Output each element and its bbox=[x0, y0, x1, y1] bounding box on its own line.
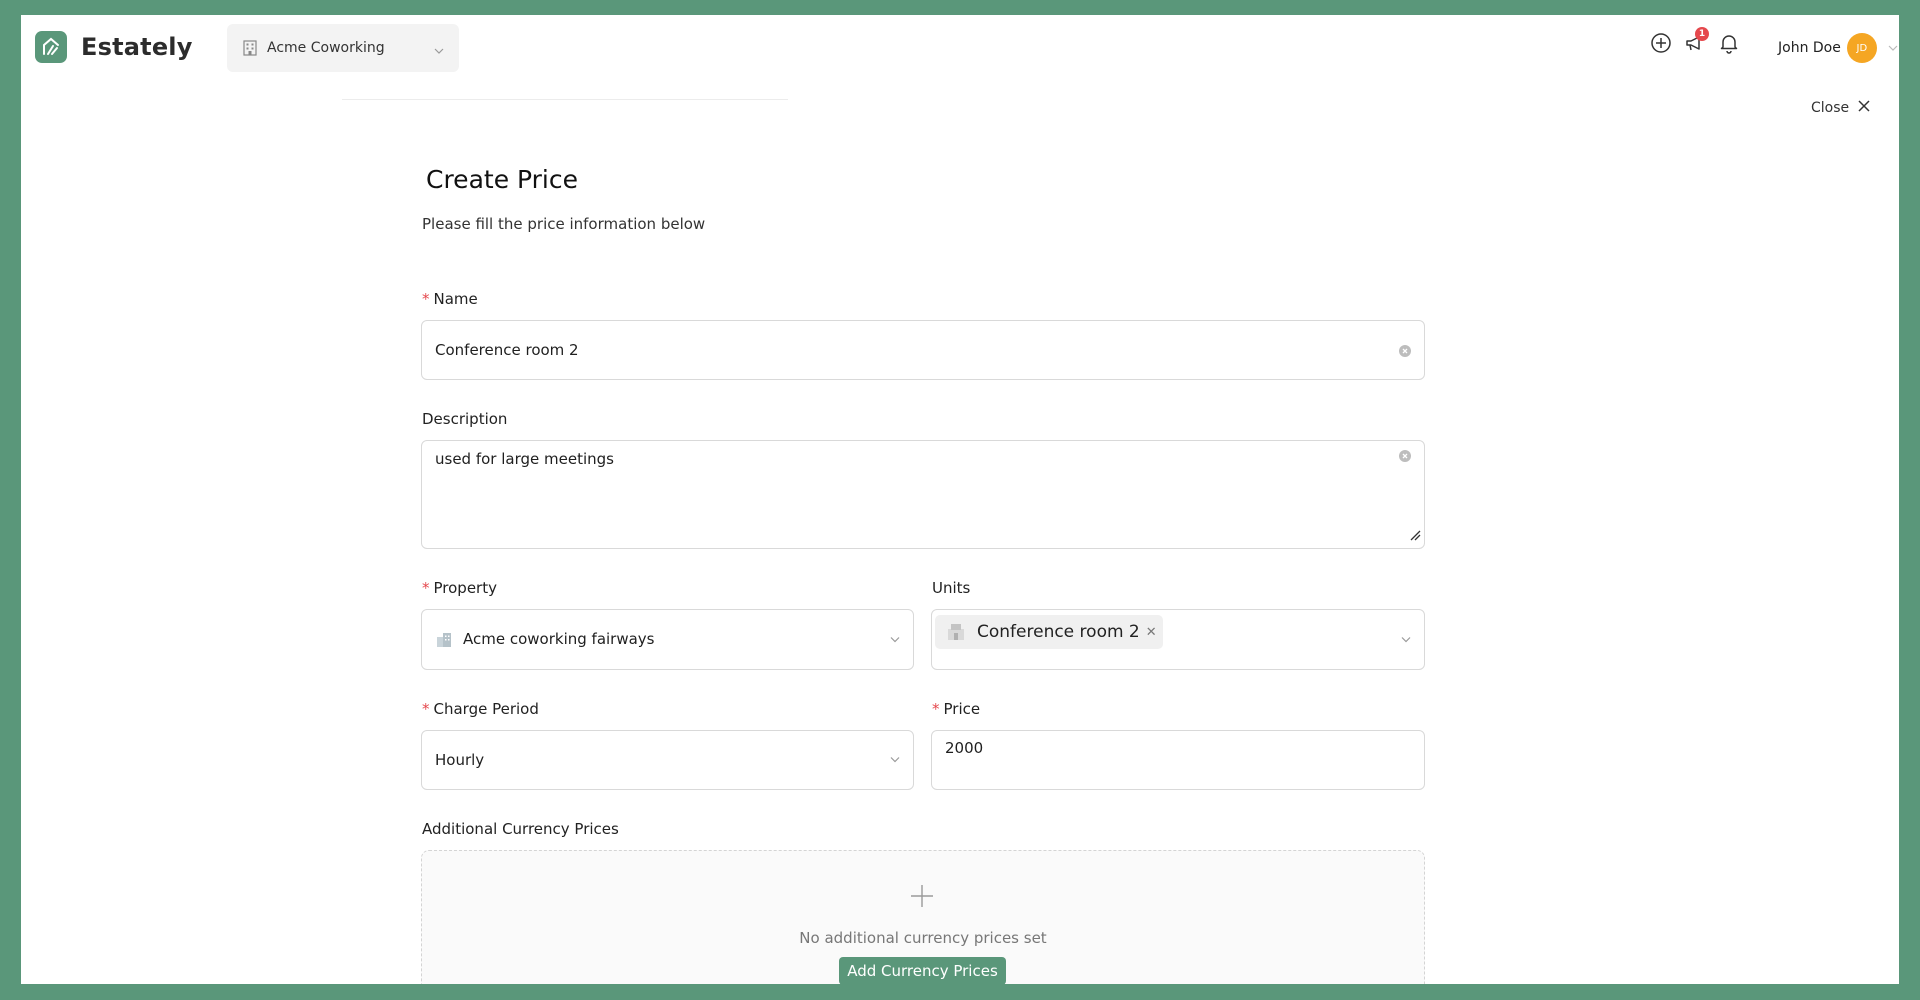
close-button[interactable]: Close bbox=[1811, 98, 1871, 117]
property-label: * Property bbox=[422, 579, 497, 597]
charge-period-label: * Charge Period bbox=[422, 700, 539, 718]
required-marker: * bbox=[422, 579, 430, 597]
organization-name: Acme Coworking bbox=[267, 40, 385, 56]
app-frame: Estately Acme Coworking 1 John Doe JD Cl… bbox=[21, 15, 1899, 984]
page-subtitle: Please fill the price information below bbox=[422, 215, 706, 233]
announcement-icon[interactable]: 1 bbox=[1683, 27, 1709, 55]
chevron-down-icon bbox=[889, 630, 901, 649]
resize-handle-icon[interactable] bbox=[1409, 526, 1421, 545]
chevron-down-icon bbox=[889, 751, 901, 770]
add-currency-prices-button[interactable]: Add Currency Prices bbox=[839, 957, 1006, 984]
property-select[interactable]: Acme coworking fairways bbox=[421, 609, 914, 670]
clear-icon[interactable] bbox=[1399, 345, 1411, 357]
description-value: used for large meetings bbox=[435, 450, 614, 468]
user-name: John Doe bbox=[1778, 40, 1841, 56]
price-label: * Price bbox=[932, 700, 980, 718]
room-icon bbox=[945, 621, 967, 643]
charge-period-select[interactable]: Hourly bbox=[421, 730, 914, 790]
charge-period-label-text: Charge Period bbox=[433, 700, 539, 718]
price-value: 2000 bbox=[945, 739, 984, 757]
user-menu[interactable]: John Doe JD bbox=[1778, 33, 1899, 63]
description-textarea[interactable]: used for large meetings bbox=[421, 440, 1425, 549]
property-building-icon bbox=[435, 631, 453, 653]
name-label-text: Name bbox=[433, 290, 478, 308]
unit-tag-label: Conference room 2 bbox=[977, 622, 1140, 642]
organization-select[interactable]: Acme Coworking bbox=[227, 24, 459, 72]
plus-icon bbox=[909, 883, 935, 913]
brand-name: Estately bbox=[81, 33, 193, 61]
bell-icon[interactable] bbox=[1717, 31, 1741, 55]
required-marker: * bbox=[932, 700, 940, 718]
page-title: Create Price bbox=[426, 165, 579, 194]
name-value: Conference room 2 bbox=[435, 341, 579, 359]
additional-currency-label: Additional Currency Prices bbox=[422, 820, 619, 838]
chevron-down-icon bbox=[1887, 39, 1899, 58]
header-divider bbox=[342, 99, 788, 100]
close-icon bbox=[1857, 98, 1871, 117]
building-icon bbox=[241, 39, 259, 57]
required-marker: * bbox=[422, 700, 430, 718]
header-actions: 1 bbox=[1649, 27, 1751, 55]
clear-icon[interactable] bbox=[1399, 450, 1411, 462]
units-multiselect[interactable]: Conference room 2 ✕ bbox=[931, 609, 1425, 670]
price-input[interactable]: 2000 bbox=[931, 730, 1425, 790]
chevron-down-icon bbox=[1400, 630, 1412, 649]
name-input[interactable]: Conference room 2 bbox=[421, 320, 1425, 380]
property-value: Acme coworking fairways bbox=[463, 630, 655, 648]
description-label: Description bbox=[422, 410, 508, 428]
close-label: Close bbox=[1811, 99, 1850, 116]
empty-state-text: No additional currency prices set bbox=[799, 929, 1047, 947]
unit-tag: Conference room 2 ✕ bbox=[935, 615, 1163, 649]
chevron-down-icon bbox=[433, 42, 445, 54]
logo[interactable]: Estately bbox=[35, 31, 193, 63]
units-label: Units bbox=[932, 579, 971, 597]
required-marker: * bbox=[422, 290, 430, 308]
price-label-text: Price bbox=[943, 700, 981, 718]
additional-currency-empty-state: No additional currency prices set Add Cu… bbox=[421, 850, 1425, 984]
avatar: JD bbox=[1846, 33, 1877, 63]
property-label-text: Property bbox=[433, 579, 497, 597]
top-bar: Estately Acme Coworking 1 John Doe JD Cl… bbox=[21, 15, 1899, 116]
name-label: * Name bbox=[422, 290, 478, 308]
add-circle-icon[interactable] bbox=[1649, 31, 1673, 55]
remove-tag-icon[interactable]: ✕ bbox=[1146, 625, 1157, 640]
charge-period-value: Hourly bbox=[435, 751, 485, 769]
notification-badge: 1 bbox=[1695, 27, 1709, 41]
estately-logo-icon bbox=[35, 31, 67, 63]
